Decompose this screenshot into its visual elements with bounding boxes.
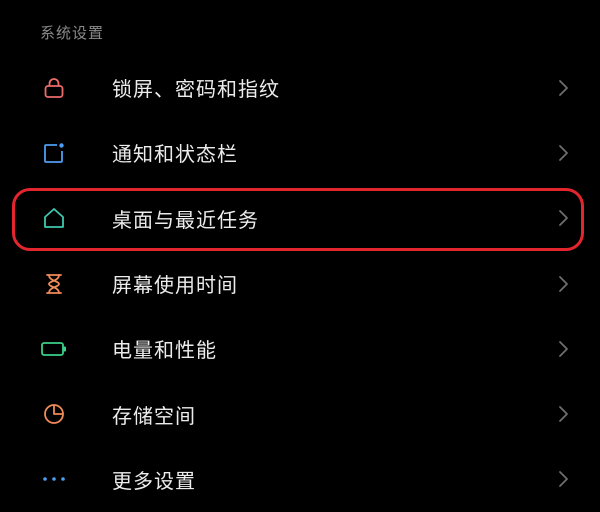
settings-item-notifications[interactable]: 通知和状态栏 <box>0 120 600 185</box>
more-dots-icon <box>40 465 68 493</box>
settings-item-screen-time[interactable]: 屏幕使用时间 <box>0 251 600 316</box>
settings-item-battery[interactable]: 电量和性能 <box>0 316 600 381</box>
settings-item-lock-screen[interactable]: 锁屏、密码和指纹 <box>0 55 600 120</box>
settings-item-label: 锁屏、密码和指纹 <box>112 77 280 102</box>
settings-list: 锁屏、密码和指纹 通知和状态栏 桌面与最近任务 屏幕使用时间 电量和性能 存储空… <box>0 55 600 512</box>
notification-icon <box>40 139 68 167</box>
chevron-right-icon <box>556 208 570 228</box>
settings-item-label: 桌面与最近任务 <box>112 207 259 232</box>
chevron-right-icon <box>556 143 570 163</box>
settings-item-label: 更多设置 <box>112 468 196 493</box>
settings-item-label: 屏幕使用时间 <box>112 273 238 298</box>
chevron-right-icon <box>556 274 570 294</box>
chevron-right-icon <box>556 469 570 489</box>
storage-pie-icon <box>40 400 68 428</box>
settings-item-home-recents[interactable]: 桌面与最近任务 <box>0 186 600 251</box>
chevron-right-icon <box>556 404 570 424</box>
battery-icon <box>40 335 68 363</box>
chevron-right-icon <box>556 339 570 359</box>
settings-item-storage[interactable]: 存储空间 <box>0 381 600 446</box>
lock-icon <box>40 74 68 102</box>
settings-item-label: 存储空间 <box>112 403 196 428</box>
chevron-right-icon <box>556 78 570 98</box>
home-icon <box>40 204 68 232</box>
hourglass-icon <box>40 270 68 298</box>
settings-item-label: 通知和状态栏 <box>112 142 238 167</box>
section-header: 系统设置 <box>40 24 105 42</box>
settings-item-label: 电量和性能 <box>112 338 217 363</box>
settings-item-more[interactable]: 更多设置 <box>0 447 600 512</box>
